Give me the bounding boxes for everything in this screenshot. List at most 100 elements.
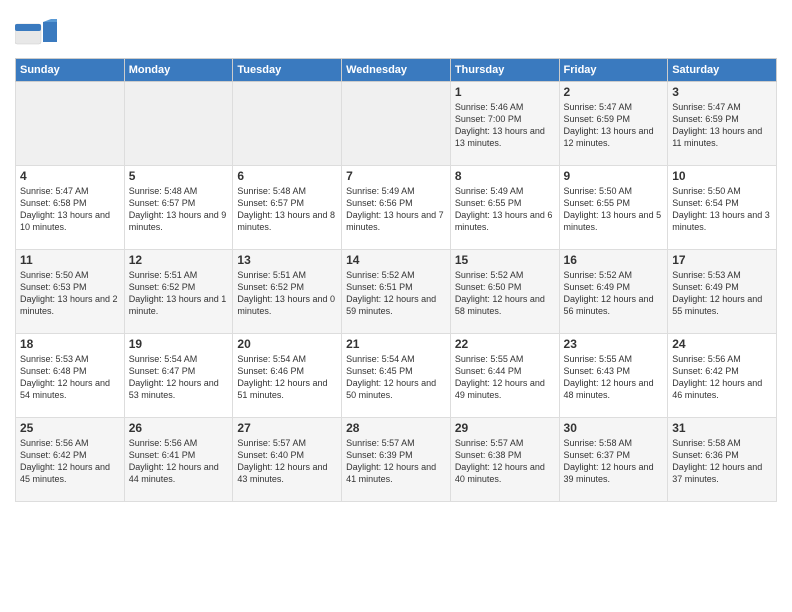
calendar-cell: 9Sunrise: 5:50 AM Sunset: 6:55 PM Daylig… <box>559 166 668 250</box>
cell-info: Sunrise: 5:54 AM Sunset: 6:47 PM Dayligh… <box>129 353 229 402</box>
logo <box>15 14 61 52</box>
cell-info: Sunrise: 5:49 AM Sunset: 6:55 PM Dayligh… <box>455 185 555 234</box>
calendar-cell: 29 Sunrise: 5:57 AM Sunset: 6:38 PM Dayli… <box>450 418 559 502</box>
page-container: Sunday Monday Tuesday Wednesday Thursday… <box>0 0 792 512</box>
cell-info: Sunrise: 5:47 AM Sunset: 6:59 PM Dayligh… <box>564 101 664 150</box>
day-number: 28 <box>346 421 446 435</box>
day-number: 23 <box>564 337 664 351</box>
day-number: 5 <box>129 169 229 183</box>
calendar-table: Sunday Monday Tuesday Wednesday Thursday… <box>15 58 777 502</box>
cell-info: Sunrise: 5:49 AM Sunset: 6:56 PM Dayligh… <box>346 185 446 234</box>
calendar-cell: 7 Sunrise: 5:49 AM Sunset: 6:56 PM Daylig… <box>342 166 451 250</box>
day-number: 31 <box>672 421 772 435</box>
calendar-cell: 19 Sunrise: 5:54 AM Sunset: 6:47 PM Dayli… <box>124 334 233 418</box>
calendar-cell <box>233 82 342 166</box>
day-number: 12 <box>129 253 229 267</box>
day-number: 8 <box>455 169 555 183</box>
calendar-week-5: 25Sunrise: 5:56 AM Sunset: 6:42 PM Dayli… <box>16 418 777 502</box>
calendar-cell: 18 Sunrise: 5:53 AM Sunset: 6:48 PM Dayli… <box>16 334 125 418</box>
cell-info: Sunrise: 5:47 AM Sunset: 6:58 PM Dayligh… <box>20 185 120 234</box>
calendar-cell: 31 Sunrise: 5:58 AM Sunset: 6:36 PM Dayli… <box>668 418 777 502</box>
calendar-cell: 15Sunrise: 5:52 AM Sunset: 6:50 PM Dayli… <box>450 250 559 334</box>
calendar-cell: 28 Sunrise: 5:57 AM Sunset: 6:39 PM Dayli… <box>342 418 451 502</box>
calendar-week-3: 11 Sunrise: 5:50 AM Sunset: 6:53 PM Dayli… <box>16 250 777 334</box>
calendar-header-row: Sunday Monday Tuesday Wednesday Thursday… <box>16 59 777 82</box>
cell-info: Sunrise: 5:58 AM Sunset: 6:37 PM Dayligh… <box>564 437 664 486</box>
calendar-week-1: 1 Sunrise: 5:46 AM Sunset: 7:00 PM Daylig… <box>16 82 777 166</box>
calendar-cell <box>124 82 233 166</box>
col-saturday: Saturday <box>668 59 777 82</box>
cell-info: Sunrise: 5:51 AM Sunset: 6:52 PM Dayligh… <box>237 269 337 318</box>
day-number: 30 <box>564 421 664 435</box>
cell-info: Sunrise: 5:52 AM Sunset: 6:49 PM Dayligh… <box>564 269 664 318</box>
day-number: 29 <box>455 421 555 435</box>
calendar-cell: 25Sunrise: 5:56 AM Sunset: 6:42 PM Dayli… <box>16 418 125 502</box>
calendar-cell <box>16 82 125 166</box>
calendar-cell: 16 Sunrise: 5:52 AM Sunset: 6:49 PM Dayli… <box>559 250 668 334</box>
day-number: 18 <box>20 337 120 351</box>
calendar-cell: 17 Sunrise: 5:53 AM Sunset: 6:49 PM Dayli… <box>668 250 777 334</box>
day-number: 15 <box>455 253 555 267</box>
cell-info: Sunrise: 5:56 AM Sunset: 6:41 PM Dayligh… <box>129 437 229 486</box>
day-number: 17 <box>672 253 772 267</box>
day-number: 26 <box>129 421 229 435</box>
cell-info: Sunrise: 5:50 AM Sunset: 6:54 PM Dayligh… <box>672 185 772 234</box>
cell-info: Sunrise: 5:52 AM Sunset: 6:51 PM Dayligh… <box>346 269 446 318</box>
cell-info: Sunrise: 5:58 AM Sunset: 6:36 PM Dayligh… <box>672 437 772 486</box>
header <box>15 10 777 52</box>
calendar-cell: 22Sunrise: 5:55 AM Sunset: 6:44 PM Dayli… <box>450 334 559 418</box>
calendar-cell: 24Sunrise: 5:56 AM Sunset: 6:42 PM Dayli… <box>668 334 777 418</box>
calendar-cell: 23Sunrise: 5:55 AM Sunset: 6:43 PM Dayli… <box>559 334 668 418</box>
calendar-cell: 27Sunrise: 5:57 AM Sunset: 6:40 PM Dayli… <box>233 418 342 502</box>
cell-info: Sunrise: 5:48 AM Sunset: 6:57 PM Dayligh… <box>129 185 229 234</box>
calendar-cell: 26 Sunrise: 5:56 AM Sunset: 6:41 PM Dayli… <box>124 418 233 502</box>
col-tuesday: Tuesday <box>233 59 342 82</box>
col-monday: Monday <box>124 59 233 82</box>
calendar-week-2: 4 Sunrise: 5:47 AM Sunset: 6:58 PM Daylig… <box>16 166 777 250</box>
day-number: 19 <box>129 337 229 351</box>
day-number: 3 <box>672 85 772 99</box>
day-number: 6 <box>237 169 337 183</box>
cell-info: Sunrise: 5:51 AM Sunset: 6:52 PM Dayligh… <box>129 269 229 318</box>
cell-info: Sunrise: 5:57 AM Sunset: 6:38 PM Dayligh… <box>455 437 555 486</box>
calendar-cell: 20Sunrise: 5:54 AM Sunset: 6:46 PM Dayli… <box>233 334 342 418</box>
day-number: 24 <box>672 337 772 351</box>
calendar-cell: 14 Sunrise: 5:52 AM Sunset: 6:51 PM Dayli… <box>342 250 451 334</box>
calendar-cell: 6 Sunrise: 5:48 AM Sunset: 6:57 PM Daylig… <box>233 166 342 250</box>
day-number: 1 <box>455 85 555 99</box>
cell-info: Sunrise: 5:46 AM Sunset: 7:00 PM Dayligh… <box>455 101 555 150</box>
day-number: 2 <box>564 85 664 99</box>
cell-info: Sunrise: 5:48 AM Sunset: 6:57 PM Dayligh… <box>237 185 337 234</box>
calendar-cell: 5 Sunrise: 5:48 AM Sunset: 6:57 PM Daylig… <box>124 166 233 250</box>
col-wednesday: Wednesday <box>342 59 451 82</box>
day-number: 7 <box>346 169 446 183</box>
calendar-cell: 3Sunrise: 5:47 AM Sunset: 6:59 PM Daylig… <box>668 82 777 166</box>
day-number: 16 <box>564 253 664 267</box>
day-number: 13 <box>237 253 337 267</box>
logo-icon <box>15 14 57 52</box>
cell-info: Sunrise: 5:56 AM Sunset: 6:42 PM Dayligh… <box>20 437 120 486</box>
day-number: 4 <box>20 169 120 183</box>
col-sunday: Sunday <box>16 59 125 82</box>
day-number: 14 <box>346 253 446 267</box>
col-thursday: Thursday <box>450 59 559 82</box>
calendar-cell: 21Sunrise: 5:54 AM Sunset: 6:45 PM Dayli… <box>342 334 451 418</box>
calendar-cell: 8 Sunrise: 5:49 AM Sunset: 6:55 PM Daylig… <box>450 166 559 250</box>
calendar-cell: 1 Sunrise: 5:46 AM Sunset: 7:00 PM Daylig… <box>450 82 559 166</box>
calendar-cell: 13 Sunrise: 5:51 AM Sunset: 6:52 PM Dayli… <box>233 250 342 334</box>
calendar-cell: 12 Sunrise: 5:51 AM Sunset: 6:52 PM Dayli… <box>124 250 233 334</box>
calendar-cell: 11 Sunrise: 5:50 AM Sunset: 6:53 PM Dayli… <box>16 250 125 334</box>
day-number: 11 <box>20 253 120 267</box>
cell-info: Sunrise: 5:53 AM Sunset: 6:49 PM Dayligh… <box>672 269 772 318</box>
cell-info: Sunrise: 5:53 AM Sunset: 6:48 PM Dayligh… <box>20 353 120 402</box>
cell-info: Sunrise: 5:54 AM Sunset: 6:45 PM Dayligh… <box>346 353 446 402</box>
calendar-body: 1 Sunrise: 5:46 AM Sunset: 7:00 PM Daylig… <box>16 82 777 502</box>
calendar-cell: 2 Sunrise: 5:47 AM Sunset: 6:59 PM Daylig… <box>559 82 668 166</box>
cell-info: Sunrise: 5:57 AM Sunset: 6:39 PM Dayligh… <box>346 437 446 486</box>
calendar-cell: 30 Sunrise: 5:58 AM Sunset: 6:37 PM Dayli… <box>559 418 668 502</box>
cell-info: Sunrise: 5:57 AM Sunset: 6:40 PM Dayligh… <box>237 437 337 486</box>
cell-info: Sunrise: 5:55 AM Sunset: 6:44 PM Dayligh… <box>455 353 555 402</box>
col-friday: Friday <box>559 59 668 82</box>
calendar-cell: 4 Sunrise: 5:47 AM Sunset: 6:58 PM Daylig… <box>16 166 125 250</box>
cell-info: Sunrise: 5:50 AM Sunset: 6:53 PM Dayligh… <box>20 269 120 318</box>
